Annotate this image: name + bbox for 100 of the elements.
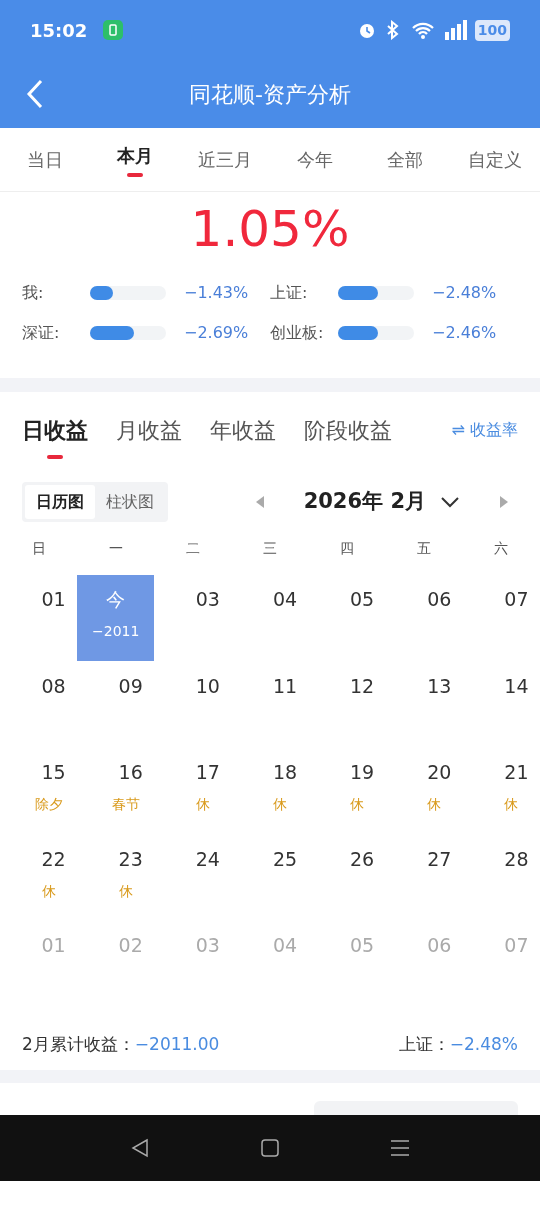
day-number: 03 [194, 935, 220, 955]
day-number: 13 [426, 675, 452, 696]
calendar-day[interactable]: 11 [231, 661, 309, 748]
calendar-day[interactable]: 28 [462, 834, 540, 921]
calendar-day[interactable]: 15 除夕 [0, 748, 78, 835]
calendar-day[interactable]: 10 [154, 661, 232, 748]
day-number: 07 [503, 589, 529, 609]
day-number: 05 [349, 935, 375, 955]
period-tab[interactable]: 近三月 [180, 127, 270, 192]
day-note: 春节 [110, 795, 140, 814]
calendar-day[interactable]: 07 [462, 575, 540, 662]
day-number: 04 [271, 589, 298, 609]
index-change: −1.43% [184, 282, 249, 304]
day-number: 11 [271, 675, 298, 696]
period-tab[interactable]: 自定义 [450, 127, 540, 192]
menu-icon[interactable] [390, 1137, 410, 1158]
day-note: 休 [272, 795, 287, 814]
income-tab[interactable]: 月收益 [116, 414, 182, 447]
day-number: 19 [349, 762, 375, 782]
view-toggle[interactable]: 柱状图 [95, 485, 165, 519]
day-number: 08 [40, 675, 66, 696]
day-note: 休 [426, 795, 442, 814]
period-tab[interactable]: 今年 [270, 127, 360, 192]
calendar-day[interactable]: 18 休 [231, 748, 309, 835]
index-label: 深证: [22, 322, 61, 344]
calendar-day[interactable]: 12 [308, 661, 386, 748]
income-tab[interactable]: 日收益 [22, 414, 88, 459]
view-toggle[interactable]: 日历图 [25, 485, 95, 519]
battery-level: 100 [474, 19, 510, 41]
day-number: 27 [426, 848, 452, 869]
calendar-day[interactable]: 17 休 [154, 748, 232, 835]
calendar-day[interactable]: 13 [385, 661, 463, 748]
calendar-day[interactable]: 16 春节 [77, 748, 155, 835]
calendar-day[interactable]: 14 [462, 661, 540, 748]
day-number: 18 [271, 762, 298, 782]
day-number: 06 [426, 935, 452, 955]
day-note: −2011 [92, 622, 140, 641]
day-number: 16 [117, 762, 143, 782]
index-change: −2.69% [184, 322, 249, 344]
day-number: 14 [503, 675, 529, 696]
chevron-down-icon[interactable] [440, 496, 460, 508]
day-number: 12 [349, 675, 375, 696]
day-note: 休 [194, 795, 210, 814]
day-number: 10 [194, 675, 220, 696]
calendar-day[interactable]: 21 休 [462, 748, 540, 835]
calendar-day[interactable]: 01 [0, 575, 78, 662]
day-number: 03 [194, 589, 220, 609]
period-tab[interactable]: 全部 [360, 127, 450, 192]
weekday-label: 四 [340, 540, 355, 556]
day-number: 15 [40, 762, 66, 782]
day-number: 17 [194, 762, 220, 782]
calendar-day[interactable]: 05 [308, 575, 386, 662]
index-change: −2.46% [432, 322, 497, 344]
calendar-day[interactable]: 08 [0, 661, 78, 748]
calendar-day[interactable]: 06 [385, 575, 463, 662]
day-number: 今 [106, 589, 126, 609]
calendar-day[interactable]: 22 休 [0, 834, 78, 921]
day-note: 休 [503, 795, 519, 814]
day-number: 23 [117, 848, 143, 869]
home-icon[interactable] [260, 1137, 280, 1158]
signal-icon [442, 20, 467, 40]
calendar-day[interactable]: 04 [231, 575, 309, 662]
monthly-summary: 2月累计收益：−2011.00 [22, 1032, 220, 1056]
day-number: 22 [40, 848, 66, 869]
day-number: 25 [271, 848, 298, 869]
day-note: 除夕 [33, 795, 63, 814]
weekday-label: 二 [185, 540, 200, 556]
calendar-day[interactable]: 25 [231, 834, 309, 921]
index-label: 创业板: [270, 322, 325, 344]
day-number: 05 [349, 589, 375, 609]
day-number: 07 [503, 935, 529, 955]
income-tab[interactable]: 年收益 [210, 414, 276, 447]
calendar-day[interactable]: 23 休 [77, 834, 155, 921]
period-tab[interactable]: 本月 [90, 127, 180, 192]
page-title: 同花顺-资产分析 [189, 80, 351, 109]
day-note: 休 [117, 881, 133, 901]
day-number: 01 [40, 589, 66, 609]
day-number: 26 [349, 848, 375, 869]
calendar-day[interactable]: 24 [154, 834, 232, 921]
return-rate-link[interactable]: ⇌ 收益率 [451, 418, 518, 442]
index-label: 上证: [270, 282, 309, 304]
calendar-day[interactable]: 20 休 [385, 748, 463, 835]
calendar-day[interactable]: 27 [385, 834, 463, 921]
day-number: 09 [117, 675, 143, 696]
day-number: 01 [40, 935, 66, 955]
calendar-day[interactable]: 26 [308, 834, 386, 921]
weekday-label: 六 [494, 540, 509, 556]
calendar-day[interactable]: 09 [77, 661, 155, 748]
day-number: 24 [194, 848, 220, 869]
income-tab[interactable]: 阶段收益 [304, 414, 392, 447]
return-percentage: 1.05% [189, 199, 351, 260]
calendar-day[interactable]: 03 [154, 575, 232, 662]
calendar-day[interactable]: 19 休 [308, 748, 386, 835]
wifi-icon [410, 20, 435, 40]
index-label: 我: [22, 282, 45, 304]
day-number: 21 [503, 762, 529, 782]
day-number: 28 [503, 848, 529, 869]
day-number: 02 [117, 935, 143, 955]
period-tab[interactable]: 当日 [0, 127, 90, 192]
back-icon[interactable] [130, 1137, 150, 1158]
